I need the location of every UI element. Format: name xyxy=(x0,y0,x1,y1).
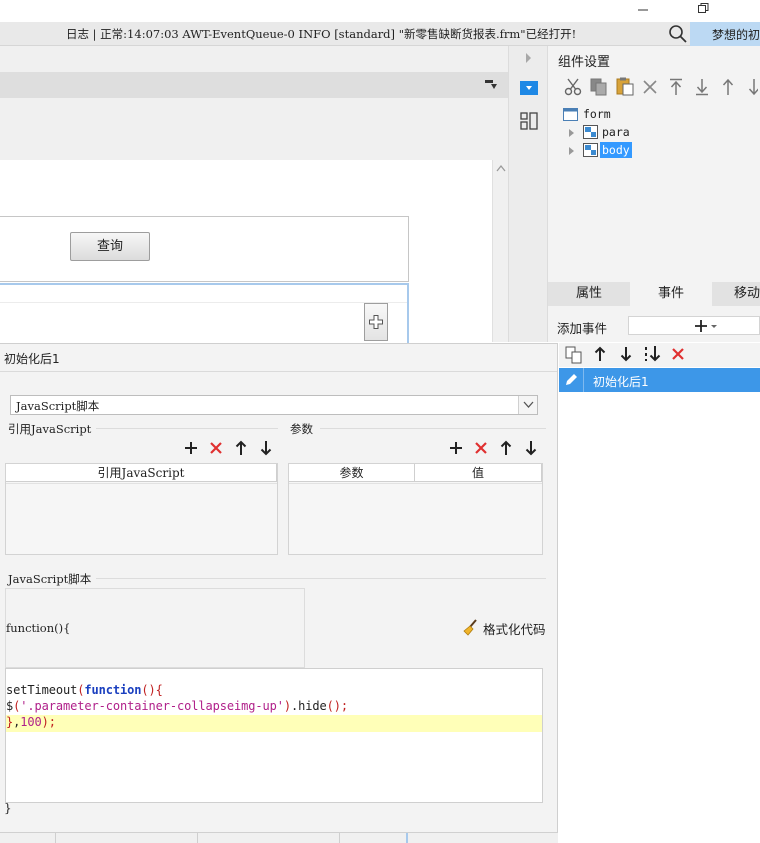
panel-title: 组件设置 xyxy=(558,55,611,70)
format-code-label: 格式化代码 xyxy=(483,622,546,637)
tree-node-body[interactable]: body xyxy=(600,142,632,158)
delete-event-icon[interactable] xyxy=(671,347,685,361)
broom-icon xyxy=(463,619,477,636)
component-tree: form para body xyxy=(548,101,760,282)
collapse-arrow-icon[interactable] xyxy=(525,52,533,64)
code-line-3[interactable]: },100); xyxy=(6,715,56,729)
expand-corner-icon[interactable] xyxy=(484,79,498,91)
param-move-down-icon[interactable] xyxy=(524,440,538,456)
paste-icon[interactable] xyxy=(616,77,634,96)
move-up-icon[interactable] xyxy=(720,78,736,96)
add-widget-button[interactable] xyxy=(364,303,388,341)
code-line-2[interactable]: $('.parameter-container-collapseimg-up')… xyxy=(6,699,348,713)
para-node-icon xyxy=(583,125,598,139)
add-ref-icon[interactable] xyxy=(184,441,198,455)
current-line-highlight xyxy=(6,715,542,732)
window-titlebar xyxy=(0,0,760,20)
body-node-icon xyxy=(583,143,598,157)
design-header-bar xyxy=(0,72,508,98)
form-node-icon xyxy=(563,108,578,121)
component-panel-icon[interactable] xyxy=(520,81,538,95)
script-type-value: JavaScript脚本 xyxy=(16,399,100,413)
move-top-icon[interactable] xyxy=(668,78,684,96)
component-toolbar xyxy=(558,77,760,97)
add-param-icon[interactable] xyxy=(449,441,463,455)
design-scrollbar[interactable] xyxy=(492,160,508,342)
event-move-bottom-icon[interactable] xyxy=(643,345,663,363)
ref-move-up-icon[interactable] xyxy=(234,440,248,456)
move-down-icon[interactable] xyxy=(746,78,758,96)
event-move-up-icon[interactable] xyxy=(593,346,607,362)
event-toolbar xyxy=(559,343,760,367)
dialog-title-bar xyxy=(0,344,557,372)
param-table: 参数 值 xyxy=(288,463,543,555)
ref-js-group-label: 引用JavaScript xyxy=(8,422,92,436)
edit-pencil-icon xyxy=(566,374,577,385)
ref-js-table-header: 引用JavaScript xyxy=(6,464,277,482)
function-open: function(){ xyxy=(6,621,71,635)
tab-events[interactable]: 事件 xyxy=(630,282,712,306)
dialog-bottom-bar xyxy=(0,832,558,843)
param-group-label: 参数 xyxy=(290,422,313,436)
param-header-name: 参数 xyxy=(289,464,415,482)
add-event-label: 添加事件 xyxy=(557,321,608,336)
cut-icon[interactable] xyxy=(564,78,582,96)
side-icon-strip xyxy=(508,46,548,342)
function-close: } xyxy=(4,801,12,815)
dialog-title: 初始化后1 xyxy=(4,352,60,366)
delete-ref-icon[interactable] xyxy=(209,441,223,455)
body-container-box[interactable] xyxy=(0,283,409,343)
copy-icon[interactable] xyxy=(590,78,608,96)
plus-outline-icon xyxy=(369,315,383,329)
format-code-button[interactable]: 格式化代码 xyxy=(462,619,546,638)
user-account-button[interactable]: 梦想的初 xyxy=(690,22,760,46)
move-bottom-icon[interactable] xyxy=(694,78,710,96)
tree-node-para[interactable]: para xyxy=(602,125,630,139)
param-header-value: 值 xyxy=(415,464,542,482)
ref-js-table: 引用JavaScript xyxy=(5,463,278,555)
code-line-1[interactable]: setTimeout(function(){ xyxy=(6,683,163,697)
event-list-panel xyxy=(559,343,760,843)
tab-properties[interactable]: 属性 xyxy=(548,282,630,306)
restore-icon[interactable] xyxy=(696,1,710,15)
add-event-row: 添加事件 xyxy=(548,306,760,342)
chevron-down-icon xyxy=(523,401,534,408)
log-status-text: 日志 | 正常:14:07:03 AWT-EventQueue-0 INFO [… xyxy=(66,27,577,41)
event-list-item[interactable]: 初始化后1 xyxy=(559,368,760,392)
expand-arrow-icon[interactable] xyxy=(568,128,576,138)
search-icon[interactable] xyxy=(668,24,688,44)
script-group-label: JavaScript脚本 xyxy=(8,572,92,586)
delete-param-icon[interactable] xyxy=(474,441,488,455)
component-tabs: 属性 事件 移动 xyxy=(548,282,760,306)
copy-event-icon[interactable] xyxy=(565,346,583,364)
event-move-down-icon[interactable] xyxy=(619,346,633,362)
parameter-form-box[interactable] xyxy=(0,216,409,282)
query-button[interactable]: 查询 xyxy=(70,232,150,261)
event-item-label: 初始化后1 xyxy=(593,375,649,389)
scroll-up-icon[interactable] xyxy=(496,164,506,172)
minimize-icon[interactable] xyxy=(636,3,650,17)
add-event-dropdown[interactable] xyxy=(628,316,760,335)
ref-move-down-icon[interactable] xyxy=(259,440,273,456)
plus-dropdown-icon xyxy=(695,320,717,332)
param-move-up-icon[interactable] xyxy=(499,440,513,456)
tab-mobile[interactable]: 移动 xyxy=(712,282,760,306)
expand-arrow-icon[interactable] xyxy=(568,146,576,156)
select-arrow[interactable] xyxy=(518,396,537,414)
layout-panel-icon[interactable] xyxy=(520,112,538,130)
tree-node-form[interactable]: form xyxy=(583,107,611,121)
delete-icon[interactable] xyxy=(642,79,658,95)
